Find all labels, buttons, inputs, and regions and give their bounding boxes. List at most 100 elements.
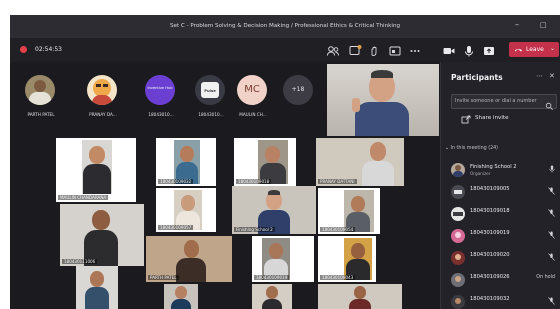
maximize-icon[interactable]: □	[540, 21, 547, 29]
overflow-count: +18	[291, 86, 305, 93]
participant-row[interactable]: Finishing School 2 Organizer	[441, 159, 560, 181]
video-tile[interactable]: 180430109019	[252, 236, 314, 282]
search-icon[interactable]	[545, 96, 554, 115]
stage-name: PRANAY DA...	[89, 112, 117, 117]
participants-icon[interactable]	[326, 43, 340, 57]
stage-name: MAULIN CH...	[239, 112, 267, 117]
video-tile-active-speaker[interactable]: Finishing School 2	[232, 186, 316, 234]
microphone-icon	[549, 165, 555, 175]
stage-avatar-3[interactable]: Pulse 18043010...	[192, 75, 228, 117]
microphone-icon[interactable]	[462, 43, 476, 57]
avatar	[451, 207, 465, 221]
avatar	[451, 163, 465, 177]
tile-name: Finishing School 2	[234, 227, 275, 232]
mic-muted-icon	[548, 231, 555, 241]
share-icon	[461, 115, 471, 126]
phone-hangup-icon	[514, 45, 523, 56]
video-tile[interactable]	[76, 266, 118, 309]
tile-name: PARTH PATEL	[148, 275, 179, 280]
tile-name: 180430109019	[254, 275, 290, 280]
participant-name: Finishing School 2	[470, 164, 517, 170]
more-actions-icon[interactable]	[408, 43, 422, 57]
video-tile[interactable]: PARTH PATEL	[146, 236, 232, 282]
section-label: In this meeting (24)	[450, 146, 499, 151]
participant-row[interactable]: 180430109020	[441, 247, 560, 269]
more-options-icon[interactable]: ⋯	[536, 72, 543, 80]
video-tile[interactable]	[252, 284, 292, 309]
participant-row[interactable]: 180430109018	[441, 203, 560, 225]
participant-row[interactable]: 180430109005	[441, 181, 560, 203]
leave-button[interactable]: Leave ⌄	[509, 42, 559, 57]
breakout-rooms-icon[interactable]	[388, 43, 402, 57]
camera-icon[interactable]	[442, 43, 456, 57]
participants-panel: Participants ⋯ ✕ Share invite ⌄ In this …	[440, 62, 560, 309]
avatar	[451, 295, 465, 309]
participant-row[interactable]: 180430109019	[441, 225, 560, 247]
avatar	[87, 75, 117, 105]
invite-field[interactable]	[451, 94, 557, 110]
chevron-down-icon[interactable]: ⌄	[550, 45, 555, 52]
overflow-avatar: +18	[283, 75, 313, 105]
video-tile[interactable]: 180430109054	[318, 188, 380, 234]
invite-input[interactable]	[455, 96, 545, 106]
participant-role: Organizer	[470, 171, 491, 176]
video-tile[interactable]: 180430111006	[60, 204, 144, 266]
stage-name: PARTH PATEL	[27, 112, 55, 117]
spotlight-video[interactable]	[327, 64, 439, 136]
meeting-timer: 02:54:53	[35, 46, 62, 53]
minimize-icon[interactable]: –	[515, 20, 519, 29]
stage-avatar-1[interactable]: PRANAY DA...	[84, 75, 120, 117]
avatar-logo-text: Pulse	[204, 88, 216, 93]
stage-avatar-0[interactable]: PARTH PATEL	[22, 75, 58, 117]
avatar	[451, 185, 465, 199]
close-icon[interactable]: ✕	[549, 72, 555, 80]
in-meeting-section[interactable]: ⌄ In this meeting (24)	[445, 146, 498, 151]
participant-name: 180430109019	[470, 230, 510, 236]
chat-icon[interactable]	[348, 43, 362, 57]
video-tile[interactable]: 180430109043	[318, 236, 376, 282]
video-tile[interactable]: MAULIN CHANDARANA	[56, 138, 136, 202]
tile-name: 180430111006	[62, 259, 98, 264]
video-tile[interactable]: 180430109018	[234, 138, 296, 186]
tile-name: 180430109032	[158, 179, 194, 184]
video-tile[interactable]: PRANAY DATTANI	[316, 138, 404, 186]
tile-name: 180430109043	[320, 275, 356, 280]
participant-name: 180430109026	[470, 274, 510, 280]
video-tile[interactable]: 180430109057	[156, 188, 216, 232]
meeting-toolbar: 02:54:53 Leave ⌄	[10, 38, 560, 62]
overflow-participants[interactable]: +18	[280, 75, 316, 105]
panel-title: Participants	[451, 73, 503, 82]
video-tile[interactable]	[318, 284, 402, 309]
teams-window: Set C - Problem Solving & Decision Makin…	[10, 15, 560, 309]
avatar	[25, 75, 55, 105]
avatar-initials: MC	[244, 84, 260, 95]
video-tile[interactable]	[164, 284, 198, 309]
mic-muted-icon	[548, 253, 555, 263]
tile-name: MAULIN CHANDARANA	[58, 195, 109, 200]
avatar-logo-text: Inventive Hub	[147, 86, 173, 90]
share-invite-label: Share invite	[475, 115, 509, 121]
avatar	[451, 251, 465, 265]
avatar: MC	[237, 75, 267, 105]
share-invite-button[interactable]: Share invite	[461, 115, 541, 125]
reactions-icon[interactable]	[368, 43, 382, 57]
tile-name: 180430109054	[320, 227, 356, 232]
stage-avatar-2[interactable]: Inventive Hub 18043010...	[142, 75, 178, 117]
leave-label: Leave	[526, 46, 544, 53]
avatar: Inventive Hub	[145, 75, 175, 105]
stage-name: 18043010...	[148, 112, 174, 117]
share-screen-icon[interactable]	[482, 43, 496, 57]
avatar: Pulse	[195, 75, 225, 105]
recording-icon	[20, 46, 27, 53]
tile-name: 180430109057	[158, 225, 194, 230]
participant-row[interactable]: 180430109032	[441, 291, 560, 309]
video-grid: MAULIN CHANDARANA 180430109032 180430109…	[56, 138, 440, 309]
mic-muted-icon	[548, 297, 555, 307]
mic-muted-icon	[548, 209, 555, 219]
avatar	[451, 273, 465, 287]
avatar	[451, 229, 465, 243]
stage-avatar-4[interactable]: MC MAULIN CH...	[234, 75, 270, 117]
video-tile[interactable]: 180430109032	[156, 138, 216, 186]
participant-row[interactable]: 180430109026 On hold	[441, 269, 560, 291]
participant-name: 180430109020	[470, 252, 510, 258]
